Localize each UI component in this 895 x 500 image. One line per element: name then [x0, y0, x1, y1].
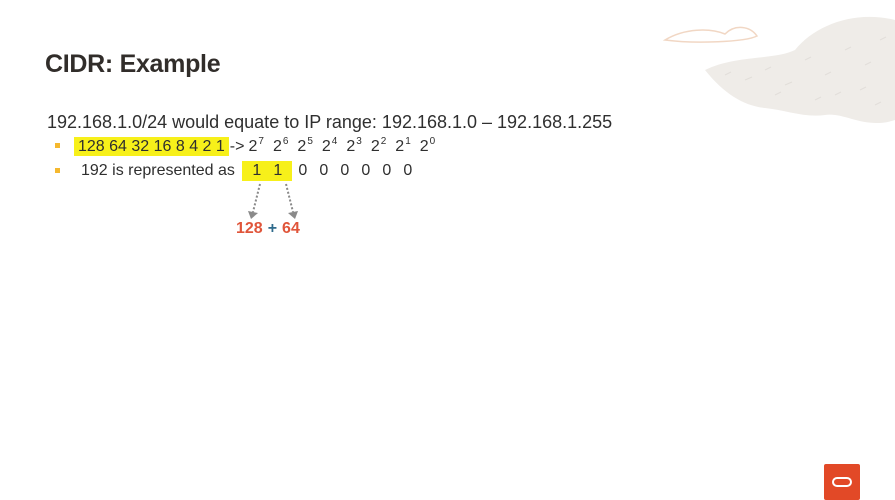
decorative-pattern	[662, 16, 895, 124]
binary-label: 192 is represented as	[81, 162, 235, 179]
bit: 1	[273, 162, 283, 179]
bullet-marker-1	[55, 143, 60, 148]
slide-title: CIDR: Example	[45, 50, 221, 78]
bullet-1: 128 64 32 16 8 4 2 1 -> 27 26 25 24 23 22 21 20	[74, 136, 444, 156]
power-of-two: 22	[371, 136, 386, 156]
highlighted-bits: 11	[242, 161, 293, 181]
power-of-two: 21	[395, 136, 410, 156]
power-of-two: 20	[420, 136, 435, 156]
power-of-two: 27	[248, 136, 263, 156]
bit: 0	[298, 162, 308, 179]
power-base: 2	[272, 138, 282, 155]
power-of-two: 24	[322, 136, 337, 156]
power-base: 2	[346, 138, 356, 155]
bullet-2: 192 is represented as 11 000000	[81, 161, 418, 181]
arrow-text: ->	[229, 138, 245, 155]
power-exponent: 1	[405, 136, 411, 147]
power-exponent: 7	[258, 136, 264, 147]
power-exponent: 2	[380, 136, 387, 147]
highlighted-place-values: 128 64 32 16 8 4 2 1	[74, 137, 229, 156]
plus-sign: +	[267, 220, 278, 237]
dotted-arrows	[248, 183, 298, 219]
power-base: 2	[248, 138, 258, 155]
bit: 0	[319, 162, 329, 179]
bit: 0	[340, 162, 350, 179]
bit: 0	[382, 162, 392, 179]
logo-ring	[832, 477, 852, 487]
power-exponent: 6	[282, 136, 289, 147]
power-of-two: 26	[273, 136, 288, 156]
power-base: 2	[419, 138, 429, 155]
bullet-marker-2	[55, 168, 60, 173]
bit: 1	[252, 162, 262, 179]
main-statement: 192.168.1.0/24 would equate to IP range:…	[47, 112, 613, 132]
arrow-left	[252, 183, 261, 213]
power-base: 2	[395, 138, 405, 155]
power-of-two: 23	[346, 136, 361, 156]
arrowhead-left	[248, 211, 258, 219]
power-exponent: 0	[429, 136, 436, 147]
power-exponent: 5	[307, 136, 313, 147]
power-base: 2	[321, 138, 331, 155]
powers-of-two: 27 26 25 24 23 22 21 20	[248, 136, 444, 156]
power-exponent: 4	[331, 136, 338, 147]
sum-term-128: 128	[236, 220, 263, 237]
sum-term-64: 64	[282, 220, 300, 237]
power-base: 2	[297, 138, 307, 155]
bit: 0	[403, 162, 413, 179]
sum-expression: 128 +64	[236, 220, 300, 238]
bit: 0	[361, 162, 371, 179]
power-of-two: 25	[297, 136, 312, 156]
oracle-logo-icon	[824, 464, 860, 500]
power-base: 2	[370, 138, 380, 155]
arrowhead-right	[288, 211, 298, 219]
arrow-right	[285, 183, 294, 213]
power-exponent: 3	[356, 136, 362, 147]
binary-bits: 11 000000	[242, 161, 418, 181]
